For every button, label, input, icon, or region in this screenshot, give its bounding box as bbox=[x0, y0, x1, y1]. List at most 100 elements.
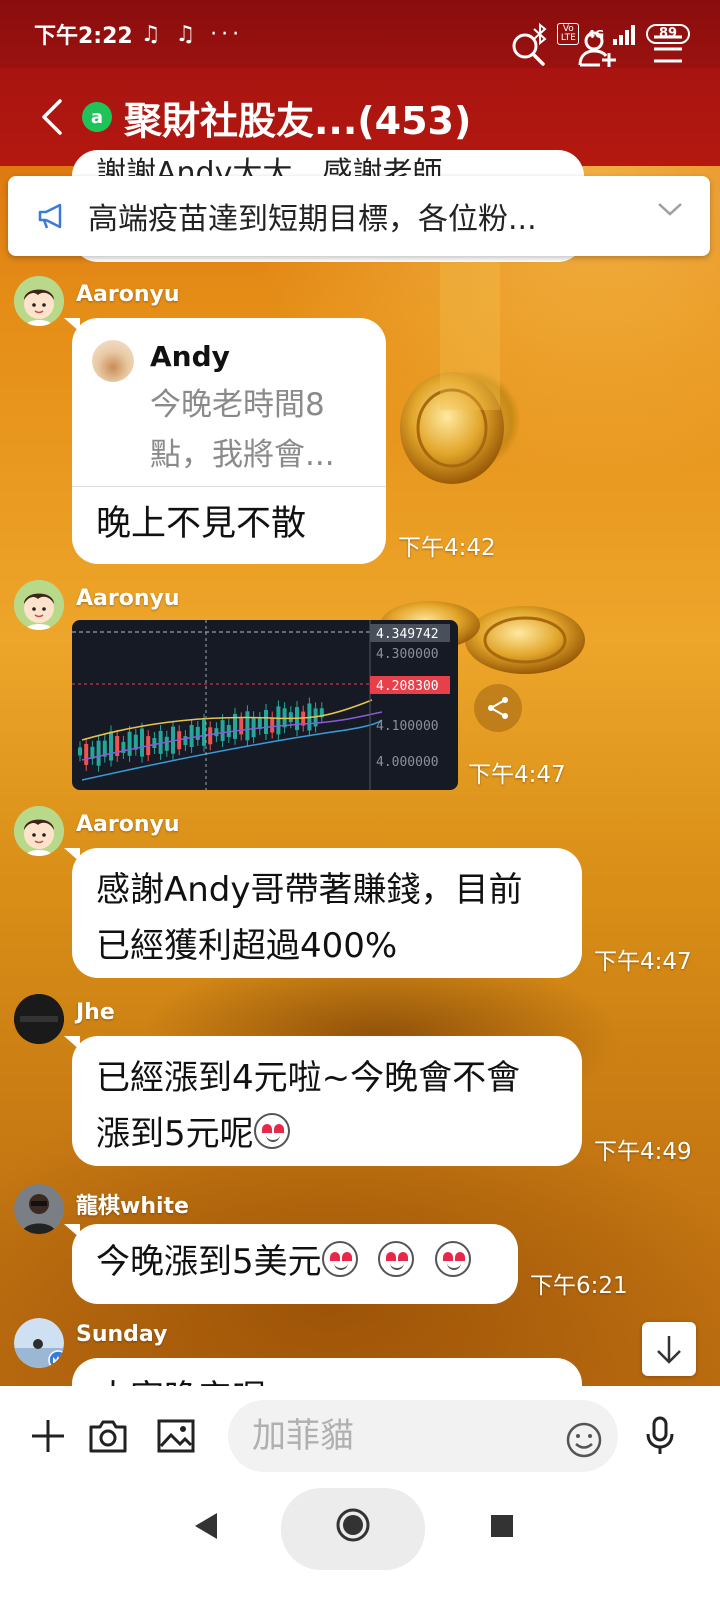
avatar[interactable] bbox=[14, 994, 64, 1044]
nav-home-button[interactable] bbox=[330, 1502, 376, 1548]
candle-body bbox=[239, 718, 244, 735]
candle-body bbox=[288, 712, 293, 723]
add-friend-icon bbox=[578, 31, 616, 67]
avatar[interactable] bbox=[14, 1318, 64, 1368]
back-icon bbox=[42, 99, 62, 135]
quoted-text: 今晚老時間8點，我將會... bbox=[150, 387, 335, 473]
candle-body bbox=[251, 717, 256, 738]
candle-body bbox=[84, 743, 89, 765]
avatar-photo-icon bbox=[14, 1184, 64, 1234]
candle-body bbox=[264, 710, 268, 734]
message-line: 已經獲利超過400% bbox=[96, 926, 398, 966]
message-bubble[interactable]: 今晚漲到5美元 bbox=[64, 1224, 518, 1304]
message-input[interactable] bbox=[228, 1400, 618, 1472]
message-line: 今晚漲到5美元 bbox=[96, 1242, 322, 1282]
candle-body bbox=[183, 736, 188, 746]
reply-divider bbox=[72, 486, 386, 487]
candle-body bbox=[140, 728, 144, 757]
message-line: 已經漲到4元啦~今晚會不會 bbox=[96, 1058, 521, 1098]
message-time: 下午4:47 bbox=[468, 762, 566, 788]
menu-icon bbox=[654, 35, 682, 63]
back-button[interactable] bbox=[28, 93, 76, 141]
message-text: 感謝Andy哥帶著賺錢，目前 已經獲利超過400% bbox=[72, 848, 582, 988]
crown-badge-icon bbox=[48, 1350, 64, 1368]
add-friend-button[interactable] bbox=[574, 25, 622, 73]
scroll-to-bottom-button[interactable] bbox=[642, 1322, 696, 1376]
avatar[interactable] bbox=[14, 1184, 64, 1234]
bubble-tail bbox=[64, 1036, 80, 1050]
message-text: 晚上不見不散 bbox=[96, 504, 307, 544]
price-label: 4.000000 bbox=[376, 755, 439, 770]
candle-body bbox=[164, 736, 169, 751]
announcement-banner[interactable]: 高端疫苗達到短期目標，各位粉... bbox=[8, 176, 710, 256]
candle-body bbox=[270, 717, 275, 733]
camera-icon bbox=[89, 1420, 127, 1453]
online-status-badge: a bbox=[82, 102, 112, 132]
message-bubble[interactable]: 感謝Andy哥帶著賺錢，目前 已經獲利超過400% bbox=[64, 848, 582, 978]
nav-recents-button[interactable] bbox=[482, 1506, 522, 1546]
search-button[interactable] bbox=[504, 25, 552, 73]
candle-body bbox=[208, 727, 213, 745]
heart-eyes-emoji-icon bbox=[321, 1241, 358, 1277]
candle-body bbox=[202, 719, 206, 746]
sender-name: 龍棋white bbox=[76, 1194, 189, 1219]
chart-image-message[interactable]: 4.349742 4.300000 4.208300 4.100000 4.00… bbox=[72, 620, 458, 790]
avatar-face-icon bbox=[14, 276, 64, 326]
bubble-tail bbox=[64, 318, 80, 332]
candle-body bbox=[195, 726, 200, 740]
menu-button[interactable] bbox=[644, 25, 692, 73]
announcement-text: 高端疫苗達到短期目標，各位粉... bbox=[88, 202, 537, 237]
emoji-button[interactable] bbox=[562, 1418, 606, 1462]
triangle-back-icon bbox=[195, 1513, 217, 1539]
message-line: 感謝Andy哥帶著賺錢，目前 bbox=[96, 870, 523, 910]
message-bubble[interactable]: 已經漲到4元啦~今晚會不會 漲到5元呢 bbox=[64, 1036, 582, 1166]
heart-eyes-emoji-icon bbox=[253, 1113, 290, 1149]
share-button[interactable] bbox=[474, 684, 522, 732]
heart-eyes-emoji-icon bbox=[435, 1241, 472, 1277]
message-time: 下午4:47 bbox=[594, 949, 692, 975]
plus-button[interactable] bbox=[26, 1414, 70, 1458]
avatar-dark-icon bbox=[14, 994, 64, 1044]
camera-button[interactable] bbox=[86, 1414, 130, 1458]
bubble-tail bbox=[64, 848, 80, 862]
microphone-button[interactable] bbox=[638, 1414, 682, 1458]
candle-body bbox=[214, 728, 219, 737]
heart-eyes-emoji-icon bbox=[378, 1241, 415, 1277]
quoted-sender: Andy bbox=[150, 340, 230, 373]
nav-back-button[interactable] bbox=[186, 1504, 226, 1548]
avatar[interactable] bbox=[14, 806, 64, 856]
group-title[interactable]: 聚財社股友...(453) bbox=[124, 90, 471, 145]
message-line: 漲到5元呢 bbox=[96, 1114, 254, 1154]
image-button[interactable] bbox=[154, 1414, 198, 1458]
image-icon bbox=[157, 1419, 195, 1453]
candle-body bbox=[96, 740, 101, 766]
avatar-face-icon bbox=[14, 806, 64, 856]
arrow-down-icon bbox=[657, 1336, 681, 1364]
circle-home-icon bbox=[336, 1508, 370, 1542]
message-time: 下午6:21 bbox=[530, 1273, 628, 1299]
avatar[interactable] bbox=[14, 276, 64, 326]
price-label: 4.100000 bbox=[376, 719, 439, 734]
candle-body bbox=[127, 731, 132, 756]
sender-name: Aaronyu bbox=[76, 586, 180, 611]
reply-message-bubble[interactable]: Andy 今晚老時間8點，我將會... 晚上不見不散 bbox=[64, 318, 386, 564]
message-time: 下午4:49 bbox=[594, 1139, 692, 1165]
emoji-icon bbox=[566, 1422, 602, 1458]
share-icon bbox=[488, 697, 508, 719]
chevron-down-icon[interactable] bbox=[656, 200, 684, 218]
avatar-face-icon bbox=[14, 580, 64, 630]
avatar[interactable] bbox=[14, 580, 64, 630]
price-label: 4.349742 bbox=[376, 627, 439, 642]
system-nav-bar bbox=[0, 1488, 720, 1600]
quoted-avatar bbox=[92, 340, 134, 382]
candle-body bbox=[220, 720, 225, 742]
candlesticks bbox=[78, 697, 324, 772]
candlestick-chart-image: 4.349742 4.300000 4.208300 4.100000 4.00… bbox=[72, 620, 450, 790]
message-text: 今晚漲到5美元 bbox=[72, 1224, 518, 1304]
notification-icons: ♫ ♫ ··· bbox=[140, 21, 244, 47]
search-icon bbox=[512, 33, 545, 66]
candle-body bbox=[152, 738, 157, 748]
message-input-bar bbox=[0, 1386, 720, 1488]
candle-body bbox=[245, 711, 250, 741]
candle-body bbox=[109, 731, 113, 761]
